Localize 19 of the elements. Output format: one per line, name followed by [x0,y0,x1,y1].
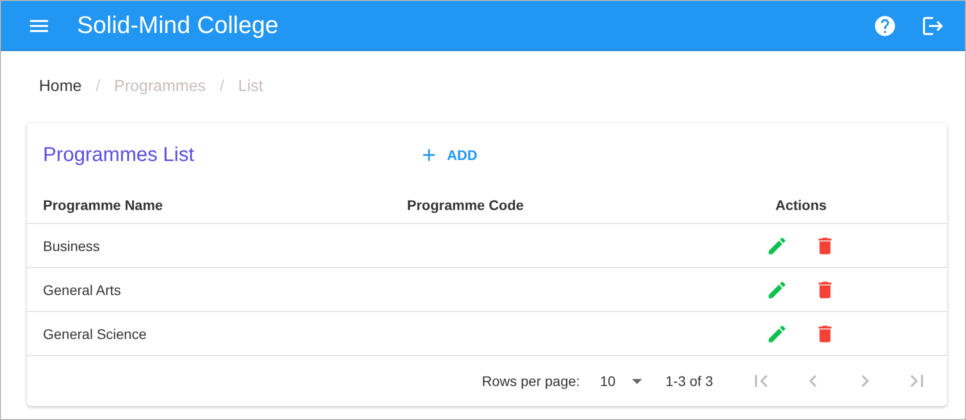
breadcrumb-separator: / [96,78,100,96]
pencil-icon[interactable] [766,322,788,344]
rows-per-page-label: Rows per page: [482,373,580,389]
app-title: Solid-Mind College [77,12,280,40]
help-icon[interactable] [873,14,897,38]
breadcrumb-link[interactable]: Home [39,78,82,96]
page-range: 1-3 of 3 [666,373,713,389]
pencil-icon[interactable] [766,278,788,300]
pencil-icon[interactable] [766,234,788,256]
breadcrumb-separator: / [220,78,224,96]
column-header: Actions [775,197,827,213]
rows-per-page-select[interactable]: 10 [600,373,642,389]
table-cell-text: General Science [43,326,148,342]
table-cell-text: General Arts [43,282,122,298]
column-header: Programme Code [407,197,525,213]
card-title: Programmes List [43,144,196,166]
dropdown-caret-icon [632,378,642,384]
column-header: Programme Name [43,197,164,213]
table-cell-text: Business [43,238,101,254]
